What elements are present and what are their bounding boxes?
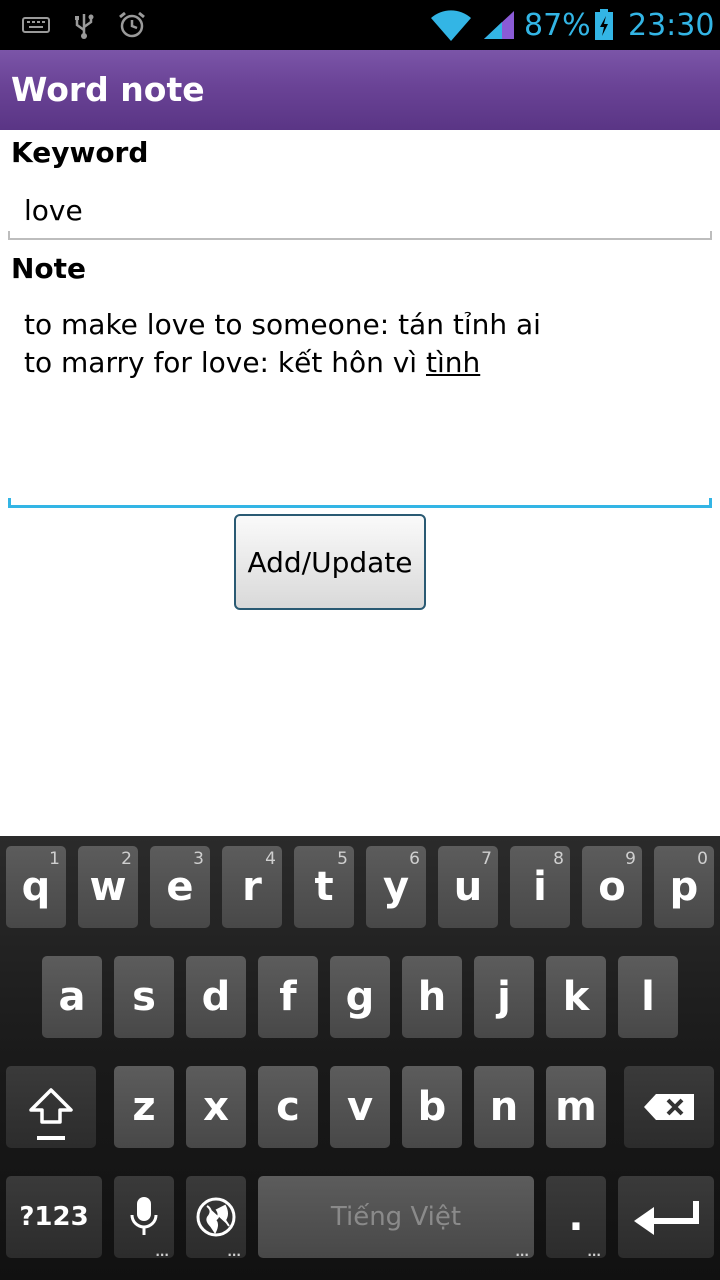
- add-update-button[interactable]: Add/Update: [234, 514, 426, 610]
- globe-icon: [196, 1197, 236, 1237]
- note-label: Note: [11, 252, 87, 285]
- note-input[interactable]: to make love to someone: tán tỉnh ai to …: [8, 296, 712, 508]
- key-f[interactable]: f: [258, 956, 318, 1038]
- key-y[interactable]: y6: [366, 846, 426, 928]
- key-r[interactable]: r4: [222, 846, 282, 928]
- period-key[interactable]: . ...: [546, 1176, 606, 1258]
- enter-key[interactable]: [618, 1176, 714, 1258]
- shift-key[interactable]: [6, 1066, 96, 1148]
- key-t[interactable]: t5: [294, 846, 354, 928]
- key-v[interactable]: v: [330, 1066, 390, 1148]
- note-line-1: to make love to someone: tán tỉnh ai: [24, 308, 541, 341]
- key-n[interactable]: n: [474, 1066, 534, 1148]
- more-options-dots: ...: [155, 1245, 169, 1259]
- key-q[interactable]: q1: [6, 846, 66, 928]
- shift-icon: [29, 1088, 73, 1124]
- soft-keyboard: q1 w2 e3 r4 t5 y6 u7 i8 o9 p0 a s d f g …: [0, 836, 720, 1280]
- key-g[interactable]: g: [330, 956, 390, 1038]
- key-z[interactable]: z: [114, 1066, 174, 1148]
- status-bar: 87% 23:30: [0, 0, 720, 50]
- battery-charging-icon: [594, 0, 614, 50]
- symbols-key[interactable]: ?123: [6, 1176, 102, 1258]
- keyword-input[interactable]: love: [8, 180, 712, 240]
- signal-icon: [482, 0, 516, 50]
- key-h[interactable]: h: [402, 956, 462, 1038]
- delete-key[interactable]: [624, 1066, 714, 1148]
- more-options-dots: ...: [515, 1245, 529, 1259]
- key-o[interactable]: o9: [582, 846, 642, 928]
- key-p[interactable]: p0: [654, 846, 714, 928]
- keyword-value: love: [24, 194, 83, 227]
- wifi-icon: [430, 0, 472, 50]
- space-key[interactable]: Tiếng Việt ...: [258, 1176, 534, 1258]
- key-x[interactable]: x: [186, 1066, 246, 1148]
- alarm-icon: [117, 0, 147, 50]
- usb-icon: [73, 0, 95, 50]
- key-d[interactable]: d: [186, 956, 246, 1038]
- key-b[interactable]: b: [402, 1066, 462, 1148]
- key-j[interactable]: j: [474, 956, 534, 1038]
- key-e[interactable]: e3: [150, 846, 210, 928]
- key-i[interactable]: i8: [510, 846, 570, 928]
- shift-indicator: [37, 1136, 65, 1140]
- period-label: .: [568, 1194, 584, 1240]
- key-k[interactable]: k: [546, 956, 606, 1038]
- key-s[interactable]: s: [114, 956, 174, 1038]
- note-line-2: to marry for love: kết hôn vì tình: [24, 346, 480, 379]
- voice-input-key[interactable]: ...: [114, 1176, 174, 1258]
- keyword-label: Keyword: [11, 136, 149, 169]
- key-w[interactable]: w2: [78, 846, 138, 928]
- note-line-2-text: to marry for love: kết hôn vì: [24, 346, 426, 379]
- action-bar: Word note: [0, 50, 720, 130]
- more-options-dots: ...: [227, 1245, 241, 1259]
- language-key[interactable]: ...: [186, 1176, 246, 1258]
- key-l[interactable]: l: [618, 956, 678, 1038]
- space-language-label: Tiếng Việt: [330, 1202, 462, 1232]
- key-c[interactable]: c: [258, 1066, 318, 1148]
- key-a[interactable]: a: [42, 956, 102, 1038]
- app-title: Word note: [11, 70, 205, 109]
- key-u[interactable]: u7: [438, 846, 498, 928]
- battery-percent: 87%: [524, 7, 591, 43]
- key-m[interactable]: m: [546, 1066, 606, 1148]
- enter-icon: [634, 1201, 699, 1235]
- keyboard-icon: [22, 0, 50, 50]
- clock: 23:30: [628, 7, 715, 43]
- composing-word: tình: [425, 346, 481, 379]
- backspace-icon: [644, 1094, 694, 1120]
- more-options-dots: ...: [587, 1245, 601, 1259]
- microphone-icon: [130, 1197, 158, 1235]
